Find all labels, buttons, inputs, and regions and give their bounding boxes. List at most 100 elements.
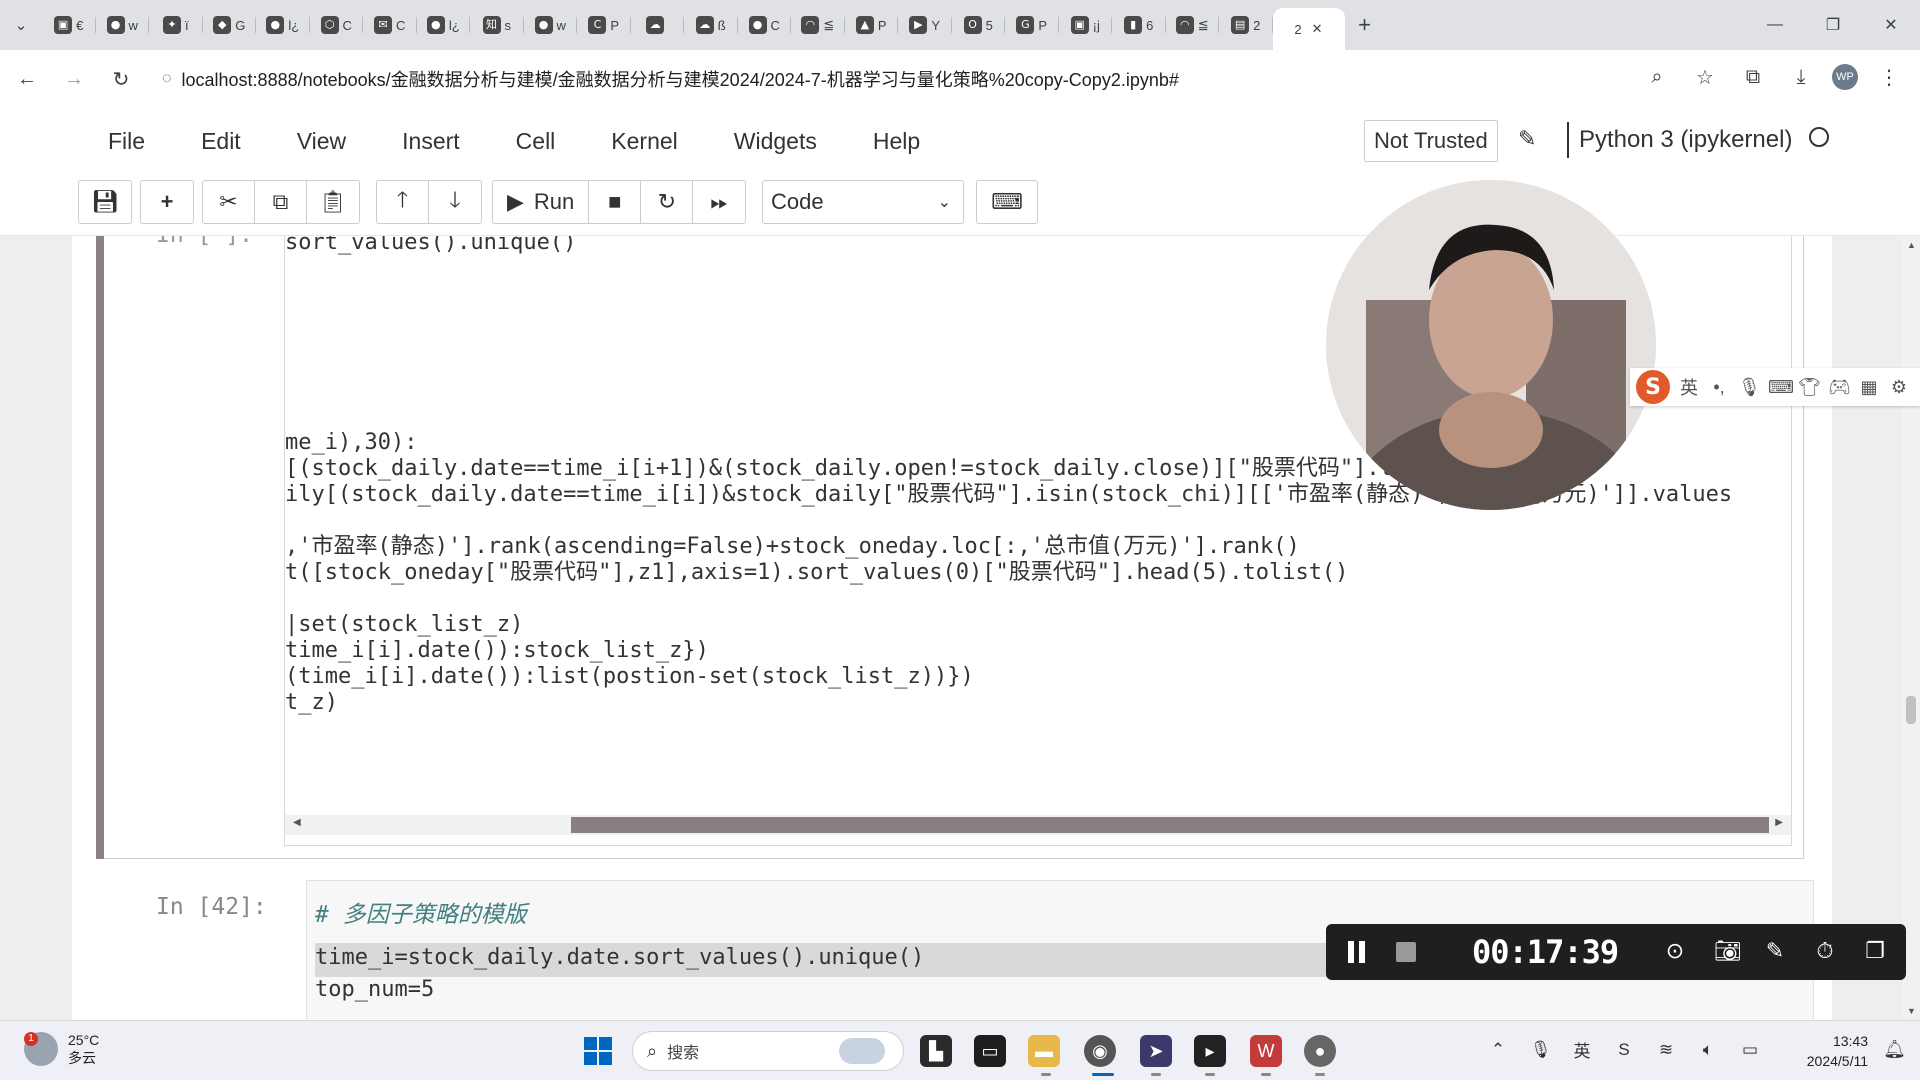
minimize-button[interactable]: — bbox=[1746, 0, 1804, 50]
browser-menu-icon[interactable]: ⋮ bbox=[1872, 60, 1906, 94]
download-icon[interactable]: ⤓ bbox=[1784, 60, 1818, 94]
page-scrollbar-thumb[interactable] bbox=[1906, 696, 1916, 724]
menu-view[interactable]: View bbox=[297, 122, 346, 161]
move-up-icon[interactable]: 🡑 bbox=[377, 181, 429, 223]
scrollbar-thumb[interactable] bbox=[571, 817, 1769, 833]
restart-run-all-icon[interactable]: ⏩︎ bbox=[693, 181, 745, 223]
draw-icon[interactable]: ✎ bbox=[1764, 938, 1786, 964]
webcam-toggle-icon[interactable]: ⊙ bbox=[1664, 938, 1686, 964]
menu-file[interactable]: File bbox=[108, 122, 145, 161]
wifi-icon[interactable]: ≋ bbox=[1656, 1040, 1676, 1060]
scroll-up-icon[interactable]: ▲ bbox=[1907, 240, 1916, 250]
active-browser-tab[interactable]: 2 ✕ bbox=[1272, 8, 1345, 50]
paste-icon[interactable]: 📋︎ bbox=[307, 181, 359, 223]
interrupt-icon[interactable]: ■ bbox=[589, 181, 642, 223]
console-icon[interactable]: ▸ bbox=[1194, 1035, 1226, 1067]
punctuation-icon[interactable]: •, bbox=[1708, 377, 1730, 398]
cut-icon[interactable]: ✂ bbox=[203, 181, 255, 223]
sogou-tray-icon[interactable]: S bbox=[1614, 1040, 1634, 1060]
apps-grid-icon[interactable]: ▦ bbox=[1858, 377, 1880, 398]
file-explorer-icon[interactable]: ▬ bbox=[1028, 1035, 1060, 1067]
extensions-icon[interactable]: ⧉ bbox=[1736, 60, 1770, 94]
menu-widgets[interactable]: Widgets bbox=[734, 122, 817, 161]
browser-tab[interactable]: ◠ ≦ bbox=[1166, 7, 1220, 43]
tray-overflow-icon[interactable]: ⌃ bbox=[1488, 1040, 1508, 1060]
forward-button[interactable]: → bbox=[54, 59, 94, 99]
menu-edit[interactable]: Edit bbox=[201, 122, 241, 161]
browser-tab[interactable]: 知s bbox=[470, 7, 524, 43]
volume-icon[interactable]: 🔈︎ bbox=[1698, 1040, 1718, 1060]
browser-tab[interactable]: ◆ G bbox=[203, 7, 257, 43]
keyboard-icon[interactable]: ⌨ bbox=[1768, 377, 1794, 398]
menu-help[interactable]: Help bbox=[873, 122, 920, 161]
url-text[interactable]: localhost:8888/notebooks/金融数据分析与建模/金融数据分… bbox=[182, 66, 1179, 92]
ime-language-toggle[interactable]: 英 bbox=[1678, 374, 1700, 400]
browser-tab[interactable]: ▤ 2 bbox=[1219, 7, 1273, 43]
task-view-icon[interactable]: ▙ bbox=[920, 1035, 952, 1067]
close-window-button[interactable]: ✕ bbox=[1862, 0, 1920, 50]
pause-icon[interactable] bbox=[1348, 941, 1370, 963]
zoom-icon[interactable]: ⌕ bbox=[1640, 60, 1674, 94]
keyboard-shortcuts-icon[interactable]: ⌨ bbox=[977, 181, 1037, 223]
url-field[interactable]: ◌ localhost:8888/notebooks/金融数据分析与建模/金融数… bbox=[150, 58, 1710, 100]
weather-widget[interactable]: 1 25°C 多云 bbox=[24, 1031, 99, 1067]
scroll-down-icon[interactable]: ▼ bbox=[1907, 1006, 1916, 1016]
save-icon[interactable]: 💾︎ bbox=[79, 181, 131, 223]
browser-tab[interactable]: ▣ ¡j bbox=[1059, 7, 1113, 43]
clock[interactable]: 13:43 2024/5/11 bbox=[1807, 1031, 1868, 1071]
browser-tab[interactable]: ▮ 6 bbox=[1112, 7, 1166, 43]
browser-tab[interactable]: ● w bbox=[96, 7, 150, 43]
maximize-button[interactable]: ❐ bbox=[1804, 0, 1862, 50]
copy-icon[interactable]: ⧉ bbox=[255, 181, 307, 223]
restart-icon[interactable]: ↻ bbox=[641, 181, 694, 223]
site-info-icon[interactable]: ◌ bbox=[162, 70, 172, 88]
editor-app-icon[interactable]: ➤ bbox=[1140, 1035, 1172, 1067]
sogou-ime-icon[interactable]: S bbox=[1636, 370, 1670, 404]
stop-icon[interactable] bbox=[1396, 942, 1416, 962]
back-button[interactable]: ← bbox=[7, 59, 47, 99]
new-tab-button[interactable]: + bbox=[1345, 12, 1385, 38]
tab-search-chevron-icon[interactable]: ⌄ bbox=[0, 4, 42, 46]
browser-tab[interactable]: O5 bbox=[952, 7, 1006, 43]
screenshot-icon[interactable]: 📷︎ bbox=[1714, 938, 1742, 964]
wps-icon[interactable]: W bbox=[1250, 1035, 1282, 1067]
ime-indicator-icon[interactable]: 英 bbox=[1572, 1037, 1592, 1062]
terminal-app-icon[interactable]: ▭ bbox=[974, 1035, 1006, 1067]
browser-tab[interactable]: ▣ € bbox=[42, 7, 96, 43]
chrome-icon[interactable]: ◉ bbox=[1084, 1035, 1116, 1067]
page-scrollbar[interactable]: ▲ ▼ bbox=[1902, 236, 1920, 1020]
windows-start-icon[interactable] bbox=[584, 1037, 612, 1065]
browser-tab[interactable]: ⬡ C bbox=[310, 7, 364, 43]
browser-tab[interactable]: ▶ Y bbox=[898, 7, 952, 43]
insert-cell-icon[interactable]: + bbox=[141, 181, 193, 223]
browser-tab[interactable]: ◠ ≦ bbox=[791, 7, 845, 43]
timer-icon[interactable]: ⏱︎ bbox=[1814, 938, 1836, 964]
notification-bell-icon[interactable]: 🔔︎ bbox=[1883, 1039, 1906, 1060]
browser-tab[interactable]: ☁ ß bbox=[684, 7, 738, 43]
browser-tab[interactable]: ✉ C bbox=[363, 7, 417, 43]
microphone-icon[interactable]: 🎙︎ bbox=[1738, 377, 1761, 398]
browser-tab[interactable]: ● l¿ bbox=[256, 7, 310, 43]
bookmark-star-icon[interactable]: ☆ bbox=[1688, 60, 1722, 94]
horizontal-scrollbar[interactable]: ◀ ▶ bbox=[285, 815, 1791, 835]
trust-status-button[interactable]: Not Trusted bbox=[1364, 120, 1498, 162]
menu-insert[interactable]: Insert bbox=[402, 122, 460, 161]
recorder-app-icon[interactable]: ● bbox=[1304, 1035, 1336, 1067]
browser-tab[interactable]: ✦ ï bbox=[149, 7, 203, 43]
pencil-icon[interactable]: ✎ bbox=[1518, 126, 1536, 152]
scroll-right-icon[interactable]: ▶ bbox=[1775, 817, 1783, 828]
scroll-left-icon[interactable]: ◀ bbox=[293, 817, 301, 828]
browser-tab[interactable]: ● w bbox=[524, 7, 578, 43]
settings-icon[interactable]: ⚙ bbox=[1888, 377, 1910, 398]
cell-type-select[interactable]: Code ⌄ bbox=[762, 180, 964, 224]
browser-tab[interactable]: GP bbox=[1005, 7, 1059, 43]
browser-tab[interactable]: ● C bbox=[738, 7, 792, 43]
microphone-icon[interactable]: 🎙︎ bbox=[1530, 1040, 1552, 1060]
menu-kernel[interactable]: Kernel bbox=[611, 122, 677, 161]
taskbar-search[interactable]: ⌕ 搜索 bbox=[632, 1031, 904, 1071]
menu-cell[interactable]: Cell bbox=[516, 122, 556, 161]
browser-tab[interactable]: ☁ bbox=[631, 7, 685, 43]
run-button[interactable]: ▶ Run bbox=[493, 181, 590, 223]
profile-avatar[interactable]: WP bbox=[1832, 64, 1858, 90]
game-icon[interactable]: 🎮︎ bbox=[1828, 377, 1851, 398]
